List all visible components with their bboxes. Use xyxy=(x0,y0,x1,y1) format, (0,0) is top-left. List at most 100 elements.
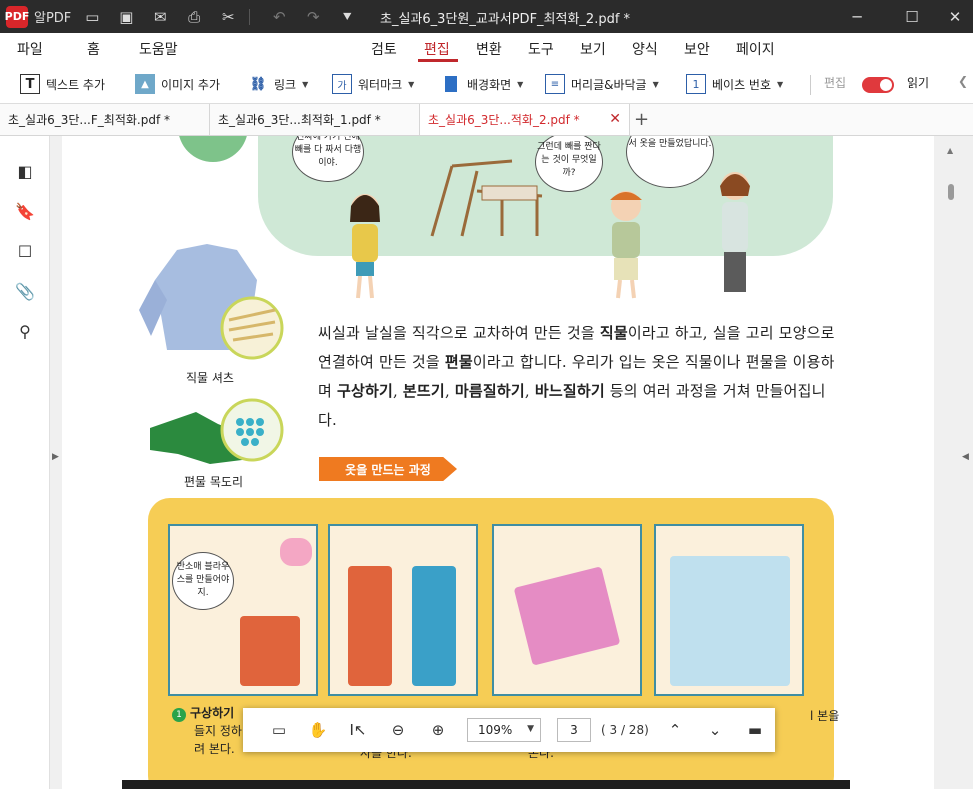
menu-review[interactable]: 검토 xyxy=(371,39,397,59)
link-label: 링크 xyxy=(274,77,297,92)
bookmark-icon[interactable]: 🔖 xyxy=(14,200,36,222)
menu-tools[interactable]: 도구 xyxy=(528,39,554,59)
active-menu-indicator xyxy=(418,59,458,62)
floating-view-toolbar: ▭ ✋ I↖ ⊖ ⊕ 109% ▼ 3 ( 3 / 28) ⌃ ⌄ ▬ xyxy=(243,708,775,752)
scrollbar-thumb[interactable] xyxy=(948,184,954,200)
redo-icon[interactable]: ↷ xyxy=(300,4,326,30)
fullscreen-icon[interactable]: ▬ xyxy=(744,719,766,741)
page-count-label: ( 3 / 28) xyxy=(601,723,649,737)
step-title: 구상하기 xyxy=(190,706,235,720)
customize-quick-access-icon[interactable]: ⯆ xyxy=(334,4,360,30)
menu-help[interactable]: 도움말 xyxy=(139,39,178,59)
background-button[interactable]: 배경화면 ▼ xyxy=(441,74,523,94)
single-page-view-icon[interactable]: ▭ xyxy=(268,719,290,741)
read-mode-label: 읽기 xyxy=(907,76,930,90)
background-icon xyxy=(441,74,461,94)
attachment-icon[interactable]: 📎 xyxy=(14,280,36,302)
term-woven: 직물 xyxy=(599,324,628,342)
left-sidebar: ◧ 🔖 ☐ 📎 ⚲ xyxy=(0,136,50,789)
process-panel-pattern xyxy=(654,524,804,696)
watermark-label: 워터마크 xyxy=(358,77,403,92)
menu-home[interactable]: 홈 xyxy=(87,39,100,59)
watermark-button[interactable]: 가 워터마크 ▼ xyxy=(332,74,414,94)
close-tab-icon[interactable]: ✕ xyxy=(609,111,621,127)
zoom-in-icon[interactable]: ⊕ xyxy=(427,719,449,741)
mail-icon[interactable]: ✉ xyxy=(147,4,173,30)
vertical-scrollbar[interactable] xyxy=(945,136,957,789)
girl-figure xyxy=(350,194,380,299)
header-footer-button[interactable]: ≡ 머리글&바닥글 ▼ xyxy=(545,74,659,94)
menu-page[interactable]: 페이지 xyxy=(736,39,775,59)
girl-drawing-figure xyxy=(240,616,300,686)
loom-illustration xyxy=(430,159,543,237)
menu-form[interactable]: 양식 xyxy=(632,39,658,59)
scroll-up-arrow-icon[interactable]: ▲ xyxy=(947,146,953,155)
expand-right-panel-icon[interactable]: ◀ xyxy=(962,452,969,462)
quick-access-divider xyxy=(249,8,251,25)
body-paragraph: 씨실과 날실을 직각으로 교차하여 만든 것을 직물이라고 하고, 실을 고리 … xyxy=(318,319,838,435)
close-window-button[interactable]: ✕ xyxy=(932,0,973,33)
title-bar: PDF 알PDF ▭ ▣ ✉ ⎙ ✂ ↶ ↷ ⯆ 초_실과6_3단원_교과서PD… xyxy=(0,0,973,33)
print-icon[interactable]: ⎙ xyxy=(181,4,207,30)
bates-number-icon: 1 xyxy=(686,74,706,94)
zoom-out-icon[interactable]: ⊖ xyxy=(387,719,409,741)
maximize-button[interactable]: ☐ xyxy=(889,0,935,33)
comment-icon[interactable]: ☐ xyxy=(14,240,36,262)
app-name: 알PDF xyxy=(34,11,72,26)
tab-document-3[interactable]: 초_실과6_3단...적화_2.pdf * ✕ xyxy=(420,104,630,135)
chevron-down-icon: ▼ xyxy=(517,79,524,89)
menu-view[interactable]: 보기 xyxy=(580,39,606,59)
tab-document-2[interactable]: 초_실과6_3단...최적화_1.pdf * xyxy=(210,104,420,135)
add-text-button[interactable]: T 텍스트 추가 xyxy=(20,74,105,94)
process-panel-cut xyxy=(492,524,642,696)
menu-edit[interactable]: 편집 xyxy=(424,39,450,59)
hand-tool-icon[interactable]: ✋ xyxy=(307,719,329,741)
zoom-select[interactable]: 109% ▼ xyxy=(467,718,541,742)
add-text-label: 텍스트 추가 xyxy=(46,77,106,92)
chevron-down-icon: ▼ xyxy=(302,79,309,89)
step-1-text: 1 구상하기 들지 정하 려 본다. xyxy=(172,704,242,758)
menu-convert[interactable]: 변환 xyxy=(476,39,502,59)
expand-left-panel-icon[interactable]: ▶ xyxy=(52,452,59,462)
bates-number-button[interactable]: 1 베이츠 번호 ▼ xyxy=(686,74,783,94)
paragraph-text: 씨실과 날실을 직각으로 교차하여 만든 것을 xyxy=(318,324,600,342)
menu-security[interactable]: 보안 xyxy=(684,39,710,59)
chevron-down-icon: ▼ xyxy=(408,79,415,89)
step-4-text-partial: l 본을 xyxy=(810,709,840,723)
menu-file[interactable]: 파일 xyxy=(17,39,43,59)
menu-bar: 파일 홈 도움말 검토 편집 변환 도구 보기 양식 보안 페이지 xyxy=(0,33,973,65)
add-image-button[interactable]: ▲ 이미지 추가 xyxy=(135,74,220,94)
toolbar-scroll-right-icon[interactable]: ❮ xyxy=(958,74,968,88)
scene-left-accent xyxy=(178,136,248,162)
tab-label: 초_실과6_3단...적화_2.pdf * xyxy=(428,113,580,127)
previous-page-icon[interactable]: ⌃ xyxy=(664,719,686,741)
woven-shirt-image xyxy=(139,244,284,360)
save-icon[interactable]: ▣ xyxy=(113,4,139,30)
page-number-input[interactable]: 3 xyxy=(557,718,591,742)
tab-document-1[interactable]: 초_실과6_3단...F_최적화.pdf * xyxy=(0,104,210,135)
thumbnails-panel-icon[interactable]: ◧ xyxy=(14,160,36,182)
watermark-icon: 가 xyxy=(332,74,352,94)
teacher-figure xyxy=(720,172,750,292)
process-panel-design: 반소매 블라우스를 만들어야지. xyxy=(168,524,318,696)
paper-pattern-image xyxy=(670,556,790,686)
app-logo-icon: PDF xyxy=(5,5,29,28)
image-icon: ▲ xyxy=(135,74,155,94)
tab-label: 초_실과6_3단...최적화_1.pdf * xyxy=(218,113,381,127)
new-tab-icon[interactable]: + xyxy=(634,109,649,130)
pdf-page-view[interactable]: 진짜에 가기 전에 빼를 다 짜서 다행이야. 그런데 빼를 짠다는 것이 무엇… xyxy=(62,136,934,789)
link-button[interactable]: ⛓ 링크 ▼ xyxy=(248,74,309,94)
chevron-down-icon: ▼ xyxy=(527,724,534,734)
select-text-cursor-icon[interactable]: I↖ xyxy=(347,719,369,741)
scissors-icon[interactable]: ✂ xyxy=(215,4,241,30)
open-folder-icon[interactable]: ▭ xyxy=(79,4,105,30)
edit-toolbar: T 텍스트 추가 ▲ 이미지 추가 ⛓ 링크 ▼ 가 워터마크 ▼ 배경화면 ▼… xyxy=(0,65,973,104)
minimize-button[interactable]: ─ xyxy=(834,0,880,33)
page-bottom-strip xyxy=(122,780,850,789)
undo-icon[interactable]: ↶ xyxy=(266,4,292,30)
knitted-scarf-image xyxy=(150,398,284,464)
next-page-icon[interactable]: ⌄ xyxy=(704,719,726,741)
bates-number-label: 베이츠 번호 xyxy=(712,77,772,92)
edit-read-toggle[interactable] xyxy=(862,77,894,93)
search-icon[interactable]: ⚲ xyxy=(14,320,36,342)
